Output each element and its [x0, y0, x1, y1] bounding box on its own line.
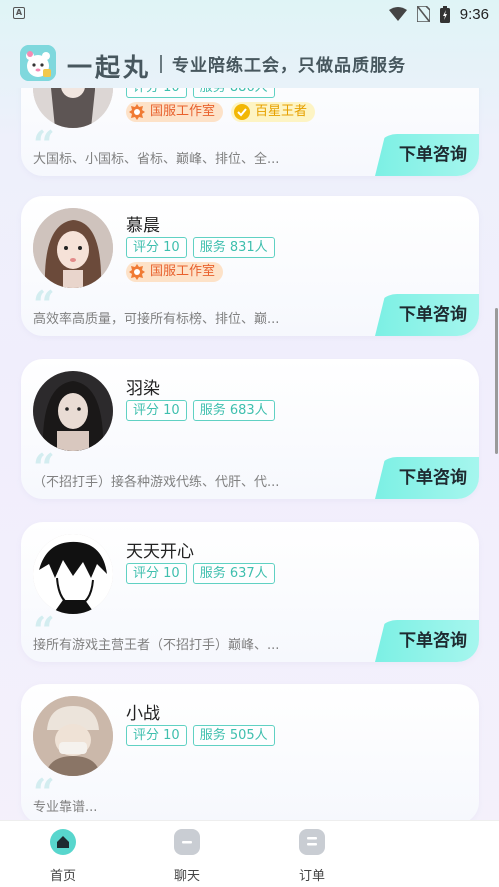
home-icon	[50, 829, 76, 855]
studio-badge-icon	[129, 104, 145, 120]
header-divider	[160, 55, 162, 73]
app-header: 一起丸 专业陪练工会，只做品质服务	[0, 28, 499, 92]
order-button[interactable]: 下单咨询	[375, 134, 479, 176]
player-name: 小战	[126, 704, 160, 724]
order-button[interactable]: 下单咨询	[375, 457, 479, 499]
battery-icon	[439, 5, 450, 23]
rating-tag: 评分 10	[126, 237, 187, 258]
player-card[interactable]: 天天开心 评分 10 服务 637人 “ 接所有游戏主营王者（不招打手）巅峰、.…	[21, 522, 479, 662]
player-name: 慕晨	[126, 216, 160, 236]
order-button[interactable]: 下单咨询	[375, 620, 479, 662]
service-count-tag: 服务 683人	[192, 400, 275, 421]
accessibility-icon: A	[13, 7, 25, 19]
avatar[interactable]	[33, 534, 113, 614]
nav-label-home: 首页	[49, 869, 76, 884]
service-count-tag: 服务 886人	[192, 88, 275, 98]
nav-label-orders: 订单	[298, 869, 325, 884]
nav-item-orders[interactable]: 订单	[282, 829, 342, 884]
player-card[interactable]: 评分 10 服务 886人 国服工作室 百星王者 “ 大国标、小国标、省标、巅峰…	[21, 88, 479, 176]
player-description: 专业靠谱...	[33, 800, 98, 815]
rating-tag: 评分 10	[126, 563, 187, 584]
status-bar: A 9:36	[0, 0, 499, 28]
star-badge-label: 百星王者	[255, 104, 308, 119]
avatar[interactable]	[33, 371, 113, 451]
app-slogan: 专业陪练工会，只做品质服务	[172, 56, 406, 76]
rating-tag: 评分 10	[126, 88, 187, 98]
avatar[interactable]	[33, 208, 113, 288]
player-description: 大国标、小国标、省标、巅峰、排位、全...	[33, 152, 280, 167]
check-icon	[234, 104, 251, 120]
no-sim-icon	[416, 6, 430, 22]
studio-badge-icon	[129, 264, 145, 280]
studio-badge-label: 国服工作室	[150, 264, 216, 279]
service-count-tag: 服务 505人	[192, 725, 275, 746]
order-button[interactable]: 下单咨询	[375, 294, 479, 336]
player-card[interactable]: 慕晨 评分 10 服务 831人 国服工作室 “ 高效率高质量，可接所有标榜、排…	[21, 196, 479, 336]
rating-tag: 评分 10	[126, 725, 187, 746]
rating-tag: 评分 10	[126, 400, 187, 421]
nav-item-home[interactable]: 首页	[33, 829, 93, 884]
studio-badge: 国服工作室	[126, 102, 224, 122]
player-list[interactable]: 评分 10 服务 886人 国服工作室 百星王者 “ 大国标、小国标、省标、巅峰…	[0, 88, 499, 820]
player-description: 接所有游戏主营王者（不招打手）巅峰、...	[33, 638, 280, 653]
service-count-tag: 服务 831人	[192, 237, 275, 258]
nav-item-chat[interactable]: 聊天	[157, 829, 217, 884]
star-badge: 百星王者	[231, 102, 316, 122]
player-description: （不招打手）接各种游戏代练、代肝、代...	[33, 475, 280, 490]
player-card[interactable]: 小战 评分 10 服务 505人 “ 专业靠谱...	[21, 684, 479, 820]
scrollbar[interactable]	[495, 308, 498, 454]
player-name: 羽染	[126, 379, 160, 399]
app-title: 一起丸	[67, 53, 152, 82]
nav-label-chat: 聊天	[173, 869, 200, 884]
wifi-icon	[388, 7, 407, 21]
app-logo	[20, 45, 56, 81]
order-icon	[299, 829, 325, 855]
player-name: 天天开心	[126, 542, 194, 562]
player-card[interactable]: 羽染 评分 10 服务 683人 “ （不招打手）接各种游戏代练、代肝、代...…	[21, 359, 479, 499]
bottom-nav: 首页 聊天 订单	[0, 820, 499, 887]
service-count-tag: 服务 637人	[192, 563, 275, 584]
studio-badge: 国服工作室	[126, 262, 224, 282]
player-description: 高效率高质量，可接所有标榜、排位、巅...	[33, 312, 280, 327]
avatar[interactable]	[33, 696, 113, 776]
chat-icon	[174, 829, 200, 855]
status-time: 9:36	[459, 5, 489, 23]
studio-badge-label: 国服工作室	[150, 104, 216, 119]
